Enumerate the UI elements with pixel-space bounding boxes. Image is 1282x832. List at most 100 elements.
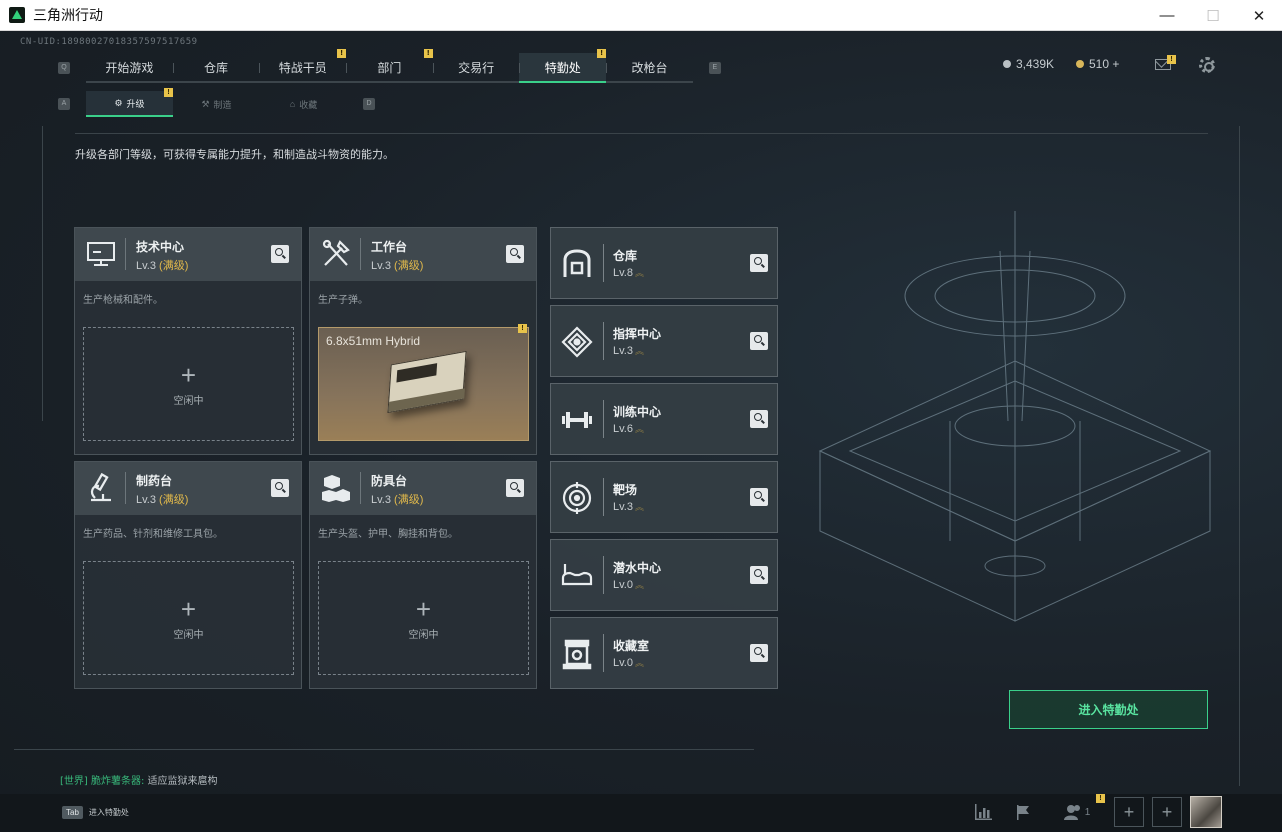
subtab-label: 升级 (126, 98, 145, 109)
card-divider (360, 238, 361, 270)
notification-badge: ! (518, 324, 527, 333)
avatar[interactable] (1190, 796, 1222, 828)
notification-badge: ! (164, 88, 173, 97)
production-slot-empty[interactable]: + 空闲中 (318, 561, 529, 675)
add-teammate-button[interactable]: + (1114, 797, 1144, 827)
slot-status: 空闲中 (173, 395, 204, 407)
gear-icon[interactable] (1199, 57, 1215, 73)
card-header: 工作台 Lv.3 (满级) (310, 228, 536, 281)
subnav-next-key[interactable]: D (363, 98, 375, 110)
facility-name: 潜水中心 (613, 561, 662, 575)
tab-label: 部门 (377, 60, 402, 75)
ammo-box-image (387, 350, 467, 414)
warehouse-icon (563, 249, 591, 277)
workshop-card-armor-bench[interactable]: 防具台 Lv.3 (满级) 生产头盔、护甲、胸挂和背包。 + 空闲中 (309, 461, 537, 689)
tab-hint[interactable]: Tab 进入特勤处 (62, 802, 129, 822)
tab-department[interactable]: 部门! (346, 49, 433, 81)
facility-level: Lv.3 ︽ (613, 344, 644, 357)
upgrade-arrow-icon: ︽ (634, 502, 644, 512)
chat-message: 适应监狱来扈构 (147, 776, 218, 787)
plus-icon: + (415, 593, 432, 624)
craft-icon: ⚒ (201, 98, 210, 109)
facility-card-warehouse[interactable]: 仓库 Lv.8 ︽ (550, 227, 778, 299)
detail-search-button[interactable] (506, 479, 524, 497)
card-divider (603, 400, 604, 438)
subtab-craft[interactable]: ⚒ 制造 (173, 91, 260, 117)
gold-currency[interactable]: 510 + (1076, 57, 1119, 71)
nav-next-key[interactable]: E (708, 62, 721, 74)
tab-start-game[interactable]: 开始游戏 (86, 53, 173, 81)
tab-special-ops[interactable]: 特勤处! (519, 49, 607, 83)
workshop-card-workbench[interactable]: 工作台 Lv.3 (满级) 生产子弹。 6.8x51mm Hybrid ! (309, 227, 537, 455)
friends-button[interactable]: 1 (1060, 801, 1094, 823)
facility-card-collection-room[interactable]: 收藏室 Lv.0 ︽ (550, 617, 778, 689)
hud-vertical-line (1239, 126, 1240, 786)
facility-level: Lv.8 ︽ (613, 266, 644, 279)
enter-special-ops-button[interactable]: 进入特勤处 (1009, 690, 1208, 729)
hud-horizontal-line (14, 749, 754, 750)
stats-chart-icon[interactable] (972, 801, 994, 823)
subtab-collection[interactable]: ⌂ 收藏 (260, 91, 347, 117)
add-teammate-button[interactable]: + (1152, 797, 1182, 827)
card-divider (603, 556, 604, 594)
detail-search-button[interactable] (750, 644, 768, 662)
subnav-prev-key[interactable]: A (58, 98, 70, 110)
maximize-button[interactable]: ☐ (1190, 0, 1236, 31)
facility-card-training-center[interactable]: 训练中心 Lv.6 ︽ (550, 383, 778, 455)
window-titlebar: 三角洲行动 — ☐ ✕ (0, 0, 1282, 31)
nav-tabs: 开始游戏 仓库 特战干员! 部门! 交易行 特勤处! 改枪台 (86, 49, 693, 83)
subtab-upgrade[interactable]: ⚙ 升级 ! (86, 88, 173, 117)
facility-level: Lv.0 ︽ (613, 656, 644, 669)
divider (75, 133, 1208, 134)
notification-badge: ! (423, 49, 433, 58)
gold-coin-icon (1076, 60, 1084, 68)
flag-icon[interactable] (1012, 801, 1034, 823)
card-divider (360, 472, 361, 504)
workshop-card-pharmacy[interactable]: 制药台 Lv.3 (满级) 生产药品、针剂和维修工具包。 + 空闲中 (74, 461, 302, 689)
card-header: 防具台 Lv.3 (满级) (310, 462, 536, 515)
facility-card-command-center[interactable]: 指挥中心 Lv.3 ︽ (550, 305, 778, 377)
dumbbell-icon (562, 412, 592, 428)
silver-currency[interactable]: 3,439K (1003, 57, 1054, 71)
target-icon (562, 482, 592, 514)
workshop-description: 生产子弹。 (318, 295, 368, 306)
detail-search-button[interactable] (750, 410, 768, 428)
detail-search-button[interactable] (750, 332, 768, 350)
subtab-label: 收藏 (299, 99, 318, 110)
nav-prev-key[interactable]: Q (58, 62, 70, 74)
chat-sender: 脆炸薯条器: (91, 776, 145, 787)
minimize-button[interactable]: — (1144, 0, 1190, 31)
detail-search-button[interactable] (271, 479, 289, 497)
mail-badge: ! (1167, 55, 1176, 64)
detail-search-button[interactable] (750, 254, 768, 272)
close-button[interactable]: ✕ (1236, 0, 1282, 31)
subtab-label: 制造 (213, 99, 232, 110)
detail-search-button[interactable] (506, 245, 524, 263)
facility-name: 靶场 (613, 483, 638, 497)
detail-search-button[interactable] (750, 488, 768, 506)
workshop-description: 生产枪械和配件。 (83, 295, 163, 306)
detail-search-button[interactable] (271, 245, 289, 263)
tab-warehouse[interactable]: 仓库 (172, 53, 260, 81)
production-slot-empty[interactable]: + 空闲中 (83, 561, 294, 675)
upgrade-arrow-icon: ︽ (634, 268, 644, 278)
workshop-name: 防具台 (371, 474, 408, 488)
player-uid: CN-UID:18980027018357597517659 (20, 37, 198, 47)
command-icon (561, 326, 593, 358)
detail-search-button[interactable] (750, 566, 768, 584)
tab-trading[interactable]: 交易行 (432, 53, 520, 81)
tab-operators[interactable]: 特战干员! (259, 49, 347, 81)
facility-card-range[interactable]: 靶场 Lv.3 ︽ (550, 461, 778, 533)
production-slot-empty[interactable]: + 空闲中 (83, 327, 294, 441)
world-chat-line[interactable]: [世界] 脆炸薯条器: 适应监狱来扈构 (60, 772, 218, 787)
facility-name: 训练中心 (613, 405, 662, 419)
level-value: Lv.3 (136, 260, 156, 272)
facility-card-dive-center[interactable]: 潜水中心 Lv.0 ︽ (550, 539, 778, 611)
card-divider (603, 478, 604, 516)
goggles-icon (561, 564, 593, 586)
tab-gunsmith[interactable]: 改枪台 (606, 53, 693, 81)
production-slot-item[interactable]: 6.8x51mm Hybrid ! (318, 324, 529, 441)
workshop-card-tech-center[interactable]: 技术中心 Lv.3 (满级) 生产枪械和配件。 + 空闲中 (74, 227, 302, 455)
tab-label: 开始游戏 (105, 60, 154, 75)
sub-nav: A ⚙ 升级 ! ⚒ 制造 ⌂ 收藏 D (58, 88, 375, 117)
